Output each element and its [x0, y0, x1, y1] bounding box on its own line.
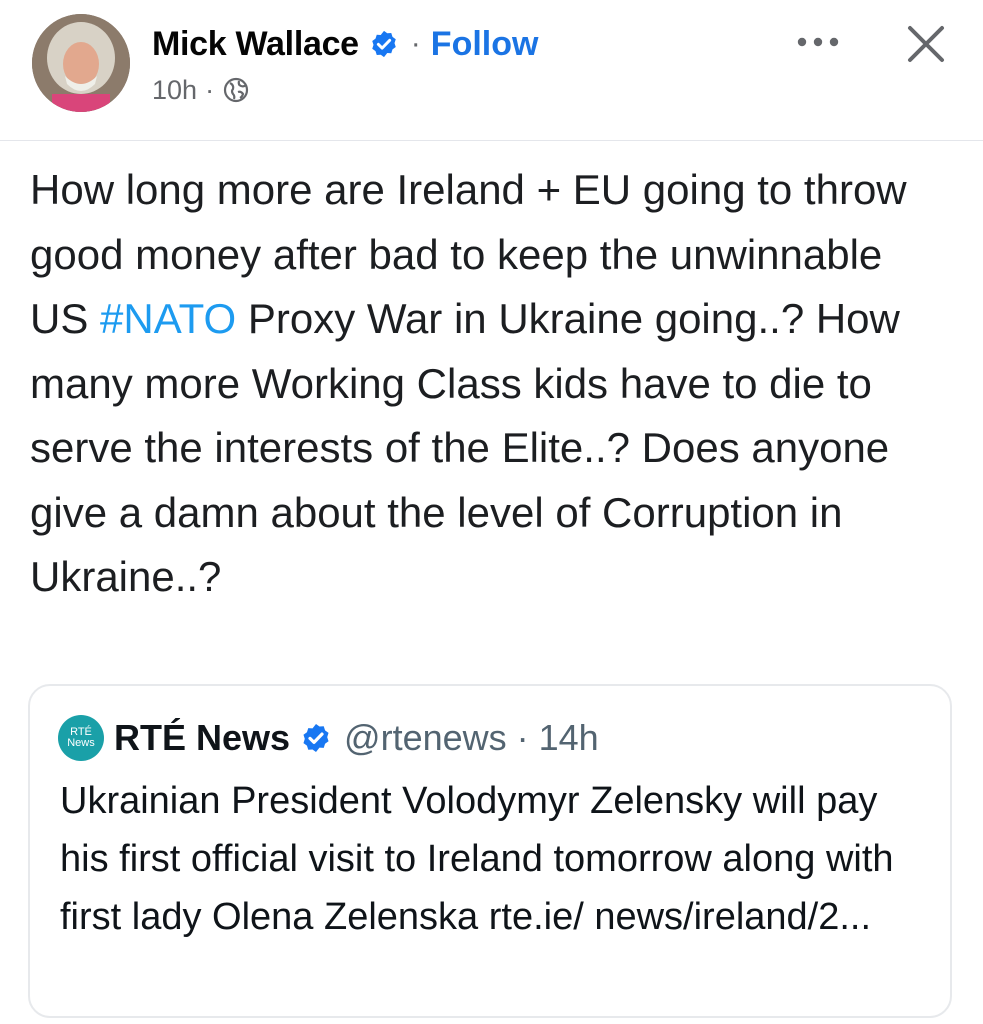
- post-card: Mick Wallace · Follow 10h · How long mor…: [0, 0, 983, 1024]
- verified-badge-icon: [369, 29, 399, 59]
- more-options-icon: [797, 37, 839, 47]
- globe-icon[interactable]: [222, 76, 250, 104]
- post-meta: 10h ·: [152, 72, 250, 108]
- avatar-image: [32, 14, 130, 112]
- quoted-post-card[interactable]: RTÉ News RTÉ News @rtenews · 14h Ukraini…: [28, 684, 952, 1018]
- quoted-author-name[interactable]: RTÉ News: [114, 717, 290, 759]
- quoted-post-text: Ukrainian President Volodymyr Zelensky w…: [60, 780, 894, 938]
- rte-news-logo[interactable]: RTÉ News: [58, 715, 104, 761]
- post-body: How long more are Ireland + EU going to …: [30, 158, 930, 610]
- hashtag-link[interactable]: #NATO: [100, 295, 236, 342]
- author-name[interactable]: Mick Wallace: [152, 25, 359, 64]
- header-divider: [0, 140, 983, 141]
- close-icon: [908, 26, 944, 62]
- quoted-post-header: RTÉ News RTÉ News @rtenews · 14h: [58, 712, 599, 764]
- follow-button[interactable]: Follow: [431, 25, 539, 64]
- author-name-row: Mick Wallace · Follow: [152, 22, 538, 66]
- meta-separator: ·: [205, 74, 215, 105]
- post-timestamp[interactable]: 10h: [152, 75, 197, 106]
- quoted-handle-time: @rtenews · 14h: [344, 717, 599, 758]
- close-button[interactable]: [898, 16, 954, 72]
- header-separator: ·: [410, 27, 421, 60]
- more-options-button[interactable]: [790, 24, 846, 60]
- author-avatar[interactable]: [32, 14, 130, 112]
- quoted-verified-badge-icon: [300, 722, 332, 754]
- rte-logo-line2: News: [67, 737, 95, 749]
- post-header: Mick Wallace · Follow 10h ·: [0, 0, 983, 140]
